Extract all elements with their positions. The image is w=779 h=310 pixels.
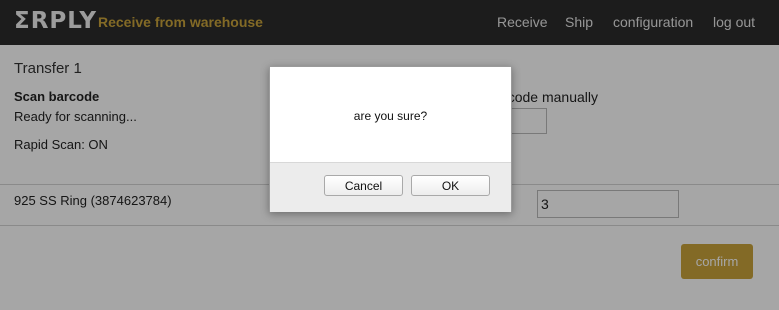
- dialog-message: are you sure?: [353, 109, 428, 123]
- cancel-button[interactable]: Cancel: [324, 175, 403, 196]
- ok-button[interactable]: OK: [411, 175, 490, 196]
- confirm-dialog: are you sure? Cancel OK: [269, 66, 512, 212]
- dialog-footer: Cancel OK: [270, 162, 511, 212]
